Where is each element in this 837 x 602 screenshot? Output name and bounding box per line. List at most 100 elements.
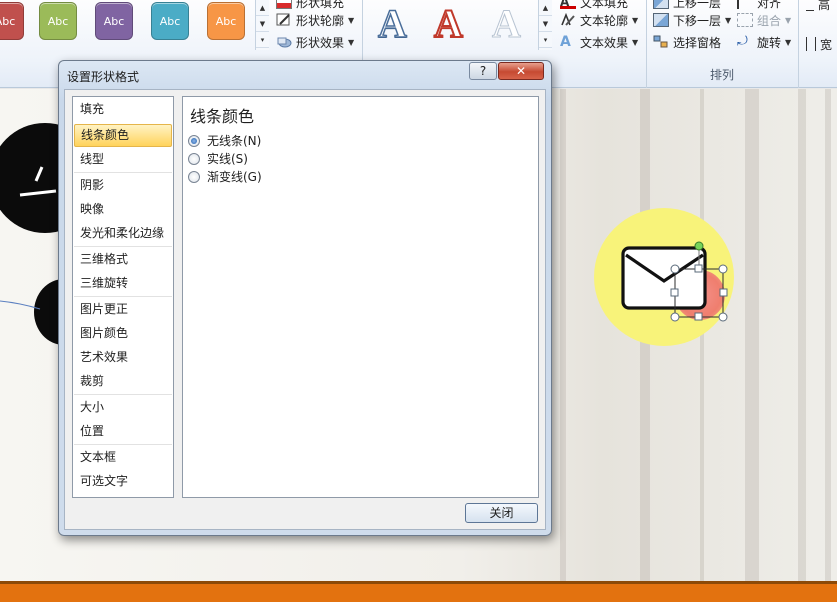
text-fill-icon: A bbox=[560, 0, 576, 9]
height-field[interactable]: 高 bbox=[806, 0, 830, 14]
align-label: 对齐 bbox=[757, 0, 782, 10]
format-shape-dialog: 设置形状格式 ? ✕ 填充 线条颜色 线型 阴影 映像 发光和柔化边缘 三维格式… bbox=[58, 60, 552, 536]
nav-item-crop[interactable]: 裁剪 bbox=[74, 370, 172, 393]
dialog-close-x-button[interactable]: ✕ bbox=[498, 62, 544, 80]
dropdown-arrow-icon: ▼ bbox=[785, 37, 792, 47]
radio-unchecked-icon[interactable] bbox=[188, 152, 200, 165]
bring-forward-icon bbox=[653, 0, 669, 9]
shape-style-gallery-scroll[interactable]: ▲ ▼ ▾ bbox=[255, 0, 269, 50]
shape-fill-label: 形状填充 bbox=[296, 0, 345, 10]
nav-item-3d-rotation[interactable]: 三维旋转 bbox=[74, 272, 172, 295]
selection-pane-button[interactable]: 选择窗格 bbox=[653, 32, 721, 52]
scroll-down-icon[interactable]: ▼ bbox=[539, 16, 552, 32]
send-backward-button[interactable]: 下移一层 ▼ bbox=[653, 10, 731, 30]
resize-handle-icon[interactable] bbox=[694, 264, 703, 273]
shape-style-swatch-red[interactable]: Abc bbox=[0, 2, 24, 40]
background-texture bbox=[745, 89, 759, 581]
nav-divider bbox=[74, 394, 172, 395]
gradient-line-label: 渐变线(G) bbox=[207, 170, 262, 184]
no-line-option[interactable]: 无线条(N) bbox=[188, 132, 261, 149]
rotate-label: 旋转 bbox=[757, 35, 782, 50]
wordart-style-red-outline[interactable]: A bbox=[433, 1, 464, 47]
wordart-style-light[interactable]: A bbox=[492, 1, 522, 46]
gradient-line-option[interactable]: 渐变线(G) bbox=[188, 168, 262, 185]
panel-title: 线条颜色 bbox=[190, 107, 255, 126]
resize-handle-icon[interactable] bbox=[694, 312, 703, 321]
line-color-panel: 线条颜色 无线条(N) 实线(S) 渐变线(G) bbox=[182, 96, 539, 498]
wordart-style-blue-outline[interactable]: A bbox=[377, 1, 407, 47]
resize-handle-icon[interactable] bbox=[670, 288, 679, 297]
scroll-up-icon[interactable]: ▲ bbox=[256, 0, 269, 16]
text-effects-button[interactable]: A 文本效果 ▼ bbox=[560, 32, 638, 52]
dialog-body: 填充 线条颜色 线型 阴影 映像 发光和柔化边缘 三维格式 三维旋转 图片更正 … bbox=[64, 89, 546, 530]
resize-handle-icon[interactable] bbox=[718, 264, 728, 274]
height-label: 高 bbox=[818, 0, 831, 12]
selection-pane-icon bbox=[653, 35, 669, 49]
group-objects-icon bbox=[737, 13, 753, 27]
dialog-title: 设置形状格式 bbox=[67, 70, 140, 84]
close-button[interactable]: 关闭 bbox=[465, 503, 538, 523]
nav-item-3d-format[interactable]: 三维格式 bbox=[74, 248, 172, 271]
shape-outline-label: 形状轮廓 bbox=[296, 13, 345, 28]
dropdown-arrow-icon: ▼ bbox=[632, 37, 639, 47]
text-outline-label: 文本轮廓 bbox=[580, 13, 629, 28]
group-label: 组合 bbox=[757, 13, 782, 28]
group-button[interactable]: 组合 ▼ bbox=[737, 10, 791, 30]
nav-item-line-style[interactable]: 线型 bbox=[74, 148, 172, 171]
scroll-down-icon[interactable]: ▼ bbox=[256, 16, 269, 32]
shape-style-swatch-blue[interactable]: Abc bbox=[151, 2, 189, 40]
nav-item-picture-corrections[interactable]: 图片更正 bbox=[74, 298, 172, 321]
resize-handle-icon[interactable] bbox=[670, 264, 680, 274]
resize-handle-icon[interactable] bbox=[719, 288, 728, 297]
nav-item-alt-text[interactable]: 可选文字 bbox=[74, 470, 172, 493]
width-field[interactable]: 宽 bbox=[806, 34, 832, 54]
nav-item-fill[interactable]: 填充 bbox=[74, 98, 172, 121]
solid-line-option[interactable]: 实线(S) bbox=[188, 150, 248, 167]
radio-checked-icon[interactable] bbox=[188, 134, 200, 147]
scroll-up-icon[interactable]: ▲ bbox=[539, 0, 552, 16]
background-texture bbox=[798, 89, 806, 581]
nav-item-line-color[interactable]: 线条颜色 bbox=[74, 124, 172, 147]
text-outline-button[interactable]: 文本轮廓 ▼ bbox=[560, 10, 638, 30]
nav-item-glow-soft-edges[interactable]: 发光和柔化边缘 bbox=[74, 222, 172, 245]
no-line-label: 无线条(N) bbox=[207, 134, 262, 148]
nav-item-artistic-effects[interactable]: 艺术效果 bbox=[74, 346, 172, 369]
group-separator bbox=[646, 0, 647, 88]
nav-item-reflection[interactable]: 映像 bbox=[74, 198, 172, 221]
nav-item-size[interactable]: 大小 bbox=[74, 396, 172, 419]
nav-item-shadow[interactable]: 阴影 bbox=[74, 174, 172, 197]
wordart-gallery-scroll[interactable]: ▲ ▼ ▾ bbox=[538, 0, 552, 50]
selection-pane-label: 选择窗格 bbox=[673, 35, 722, 50]
background-texture bbox=[560, 89, 566, 581]
selection-handles[interactable] bbox=[670, 241, 734, 327]
nav-divider bbox=[74, 296, 172, 297]
send-backward-icon bbox=[653, 13, 669, 27]
align-icon bbox=[737, 0, 753, 9]
shape-style-swatch-purple[interactable]: Abc bbox=[95, 2, 133, 40]
shape-effects-button[interactable]: 形状效果 ▼ bbox=[276, 32, 354, 52]
send-backward-label: 下移一层 bbox=[673, 13, 722, 28]
rotation-handle-icon[interactable] bbox=[694, 241, 704, 251]
nav-divider bbox=[74, 172, 172, 173]
rotate-button[interactable]: ⤾ 旋转 ▼ bbox=[737, 32, 791, 52]
shape-style-swatch-green[interactable]: Abc bbox=[39, 2, 77, 40]
solid-line-label: 实线(S) bbox=[207, 152, 248, 166]
nav-divider bbox=[74, 246, 172, 247]
help-button[interactable]: ? bbox=[469, 62, 497, 80]
resize-handle-icon[interactable] bbox=[670, 312, 680, 322]
shape-outline-button[interactable]: 形状轮廓 ▼ bbox=[276, 10, 354, 30]
resize-handle-icon[interactable] bbox=[718, 312, 728, 322]
height-icon bbox=[806, 0, 814, 11]
group-separator bbox=[798, 0, 799, 88]
shape-style-swatch-orange[interactable]: Abc bbox=[207, 2, 245, 40]
bring-forward-label: 上移一层 bbox=[673, 0, 722, 10]
nav-item-text-box[interactable]: 文本框 bbox=[74, 446, 172, 469]
dropdown-arrow-icon: ▼ bbox=[348, 37, 355, 47]
gallery-expand-icon[interactable]: ▾ bbox=[539, 32, 552, 48]
nav-item-picture-color[interactable]: 图片颜色 bbox=[74, 322, 172, 345]
radio-unchecked-icon[interactable] bbox=[188, 170, 200, 183]
dropdown-arrow-icon: ▼ bbox=[725, 15, 732, 25]
paint-bucket-icon bbox=[276, 0, 292, 9]
nav-item-position[interactable]: 位置 bbox=[74, 420, 172, 443]
gallery-expand-icon[interactable]: ▾ bbox=[256, 32, 269, 48]
